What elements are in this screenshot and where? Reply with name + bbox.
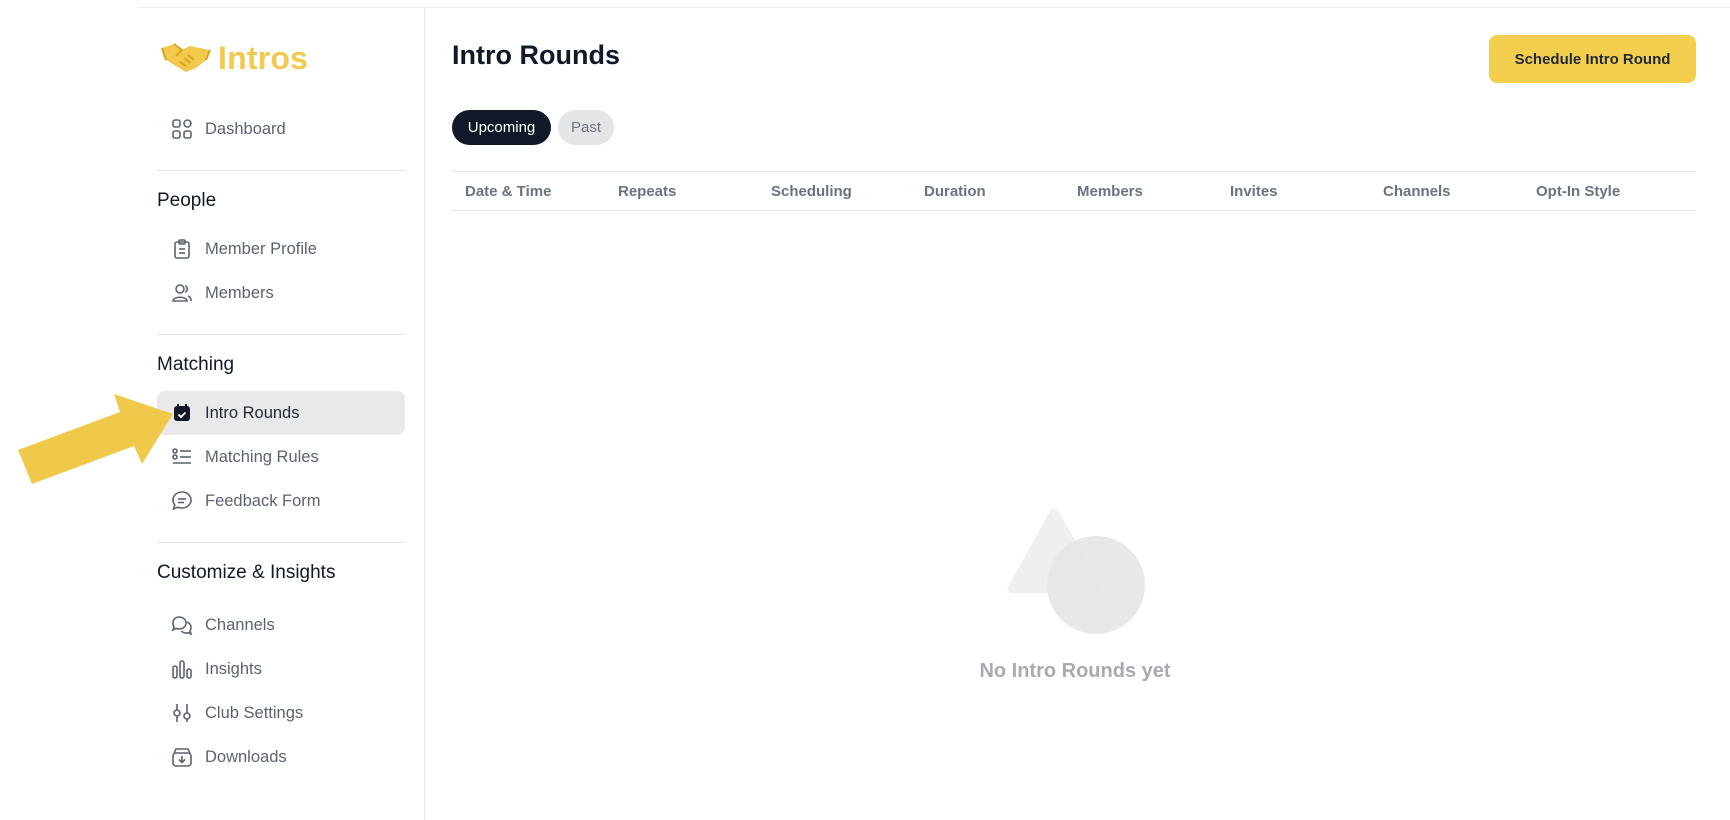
list-rules-icon: [171, 446, 193, 468]
app-name: Intros: [218, 39, 309, 76]
column-header-repeats[interactable]: Repeats: [618, 183, 676, 200]
empty-state-message: No Intro Rounds yet: [979, 660, 1171, 682]
page-title: Intro Rounds: [452, 40, 620, 70]
download-box-icon: [171, 746, 193, 768]
sidebar-item-club-settings[interactable]: Club Settings: [157, 691, 405, 735]
sidebar-item-label: Dashboard: [205, 119, 286, 138]
column-header-members[interactable]: Members: [1077, 183, 1143, 200]
dashboard-grid-icon: [171, 118, 193, 140]
tab-upcoming[interactable]: Upcoming: [452, 110, 551, 145]
section-title-matching: Matching: [157, 354, 235, 375]
empty-state-illustration: [1007, 508, 1145, 634]
column-header-duration[interactable]: Duration: [924, 183, 986, 200]
handshake-icon: [161, 43, 211, 72]
tab-past[interactable]: Past: [558, 110, 614, 145]
sidebar-item-label: Channels: [205, 615, 275, 634]
chat-bubble-icon: [171, 490, 193, 512]
sidebar-item-matching-rules[interactable]: Matching Rules: [157, 435, 405, 479]
column-header-invites[interactable]: Invites: [1230, 183, 1278, 200]
chat-bubbles-icon: [171, 614, 193, 636]
clipboard-icon: [171, 238, 193, 260]
sidebar-item-downloads[interactable]: Downloads: [157, 735, 405, 779]
sidebar-item-label: Member Profile: [205, 239, 317, 258]
sidebar-item-members[interactable]: Members: [157, 271, 405, 315]
sidebar-item-member-profile[interactable]: Member Profile: [157, 227, 405, 271]
sidebar-item-label: Downloads: [205, 747, 287, 766]
sidebar-item-label: Feedback Form: [205, 491, 321, 510]
column-header-scheduling[interactable]: Scheduling: [771, 183, 852, 200]
sidebar-divider: [157, 334, 405, 335]
sidebar-item-label: Members: [205, 283, 274, 302]
sidebar-item-label: Insights: [205, 659, 262, 678]
bar-chart-icon: [171, 658, 193, 680]
users-icon: [171, 282, 193, 304]
sidebar-divider: [157, 170, 405, 171]
sidebar-item-insights[interactable]: Insights: [157, 647, 405, 691]
column-header-opt-in-style[interactable]: Opt-In Style: [1536, 183, 1620, 200]
sidebar: Intros Dashboard People Member Profile M…: [138, 8, 425, 820]
sidebar-item-label: Matching Rules: [205, 447, 319, 466]
sidebar-divider: [157, 542, 405, 543]
sidebar-item-feedback-form[interactable]: Feedback Form: [157, 479, 405, 523]
calendar-check-icon: [171, 402, 193, 424]
sidebar-item-label: Intro Rounds: [205, 403, 300, 422]
sidebar-item-channels[interactable]: Channels: [157, 603, 405, 647]
table-header-row: Date & Time Repeats Scheduling Duration …: [452, 171, 1696, 211]
sliders-icon: [171, 702, 193, 724]
column-header-channels[interactable]: Channels: [1383, 183, 1451, 200]
section-title-customize-insights: Customize & Insights: [157, 562, 336, 583]
sidebar-item-label: Club Settings: [205, 703, 304, 722]
column-header-date-time[interactable]: Date & Time: [465, 183, 551, 200]
annotation-arrow-icon: [18, 394, 173, 484]
section-title-people: People: [157, 190, 217, 211]
schedule-intro-round-button[interactable]: Schedule Intro Round: [1489, 35, 1696, 83]
sidebar-item-dashboard[interactable]: Dashboard: [157, 107, 405, 151]
app-logo[interactable]: Intros: [160, 38, 308, 78]
sidebar-item-intro-rounds[interactable]: Intro Rounds: [157, 391, 405, 435]
